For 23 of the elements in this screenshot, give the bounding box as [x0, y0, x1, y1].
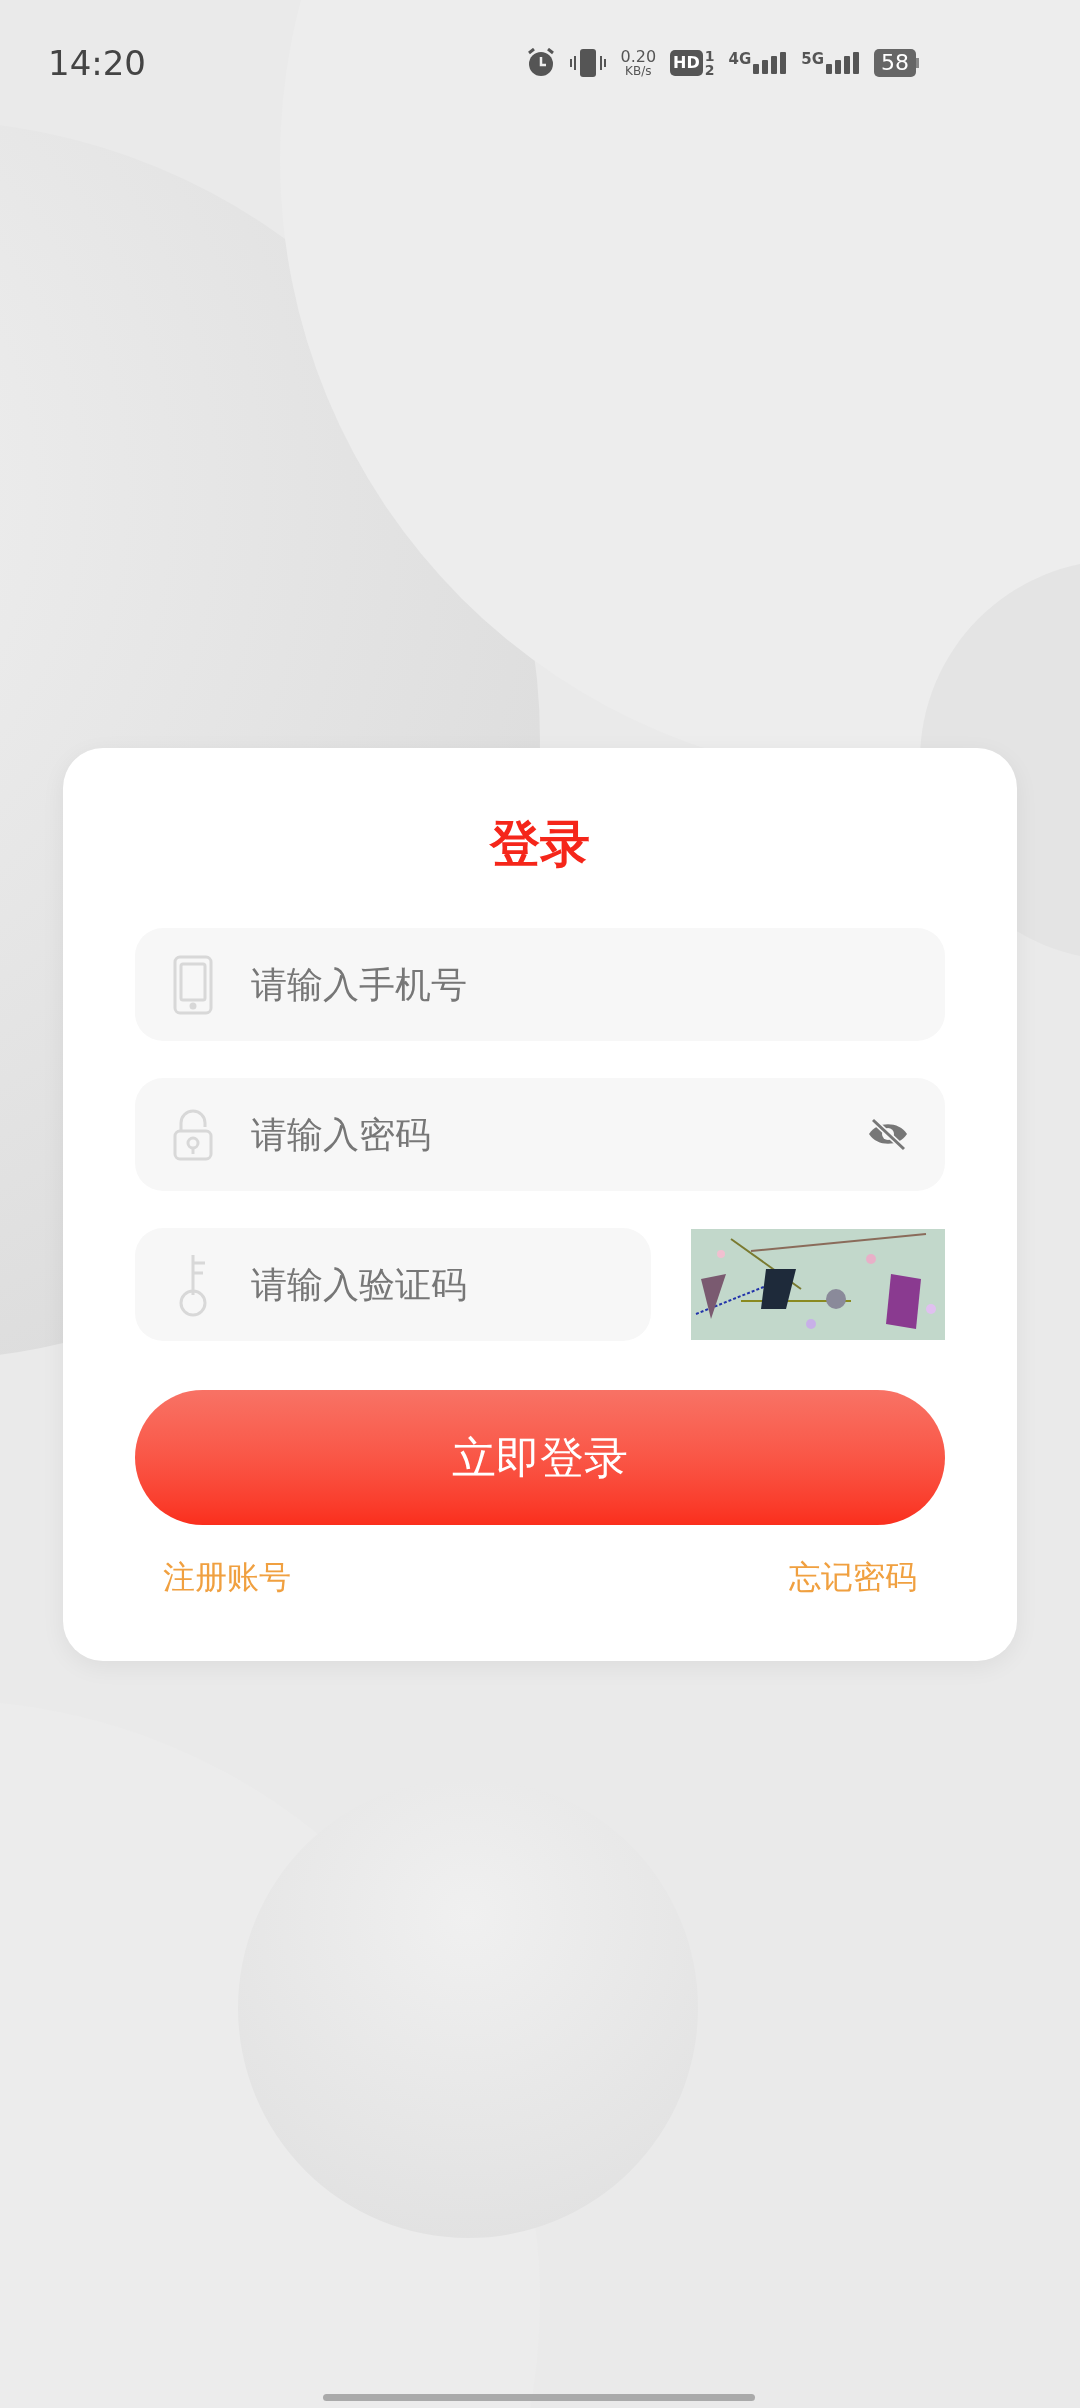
- register-link[interactable]: 注册账号: [163, 1553, 291, 1601]
- input-field[interactable]: 请输入验证码: [135, 1228, 651, 1341]
- input-field[interactable]: 请输入密码: [135, 1078, 945, 1191]
- phone-icon: [173, 954, 213, 1015]
- vibrate-icon: [570, 48, 607, 78]
- sim-number: 2: [704, 63, 715, 77]
- eye-off-icon[interactable]: [867, 1117, 909, 1151]
- net-speed: 0.20: [620, 49, 657, 65]
- hd-badge: HD: [670, 50, 703, 76]
- signal-icon: [826, 52, 860, 74]
- network-type: 5G: [801, 52, 824, 67]
- alarm-icon: [526, 48, 557, 78]
- login-title: 登录: [488, 814, 591, 875]
- network-type: 4G: [728, 52, 752, 67]
- signal-icon: [753, 52, 788, 74]
- input-field[interactable]: 请输入手机号: [135, 928, 945, 1041]
- battery-indicator: 58: [874, 49, 919, 77]
- net-speed-unit: KB/s: [625, 65, 652, 77]
- status-time: 14:20: [48, 41, 146, 85]
- sim-number: 1: [704, 49, 715, 63]
- lock-icon: [173, 1108, 213, 1161]
- forgot-password-link[interactable]: 忘记密码: [789, 1553, 917, 1601]
- login-button[interactable]: 立即登录: [135, 1390, 945, 1525]
